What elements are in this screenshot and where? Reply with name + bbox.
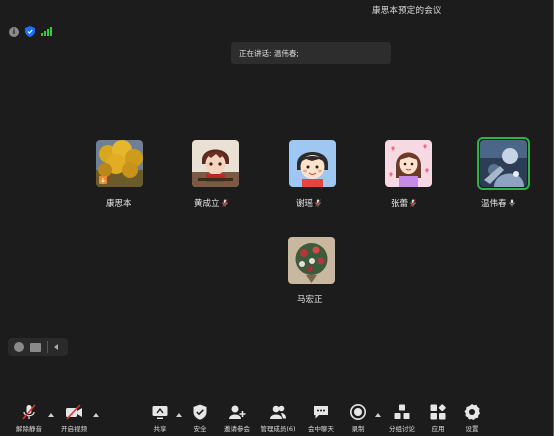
record-button[interactable]: 录制 — [348, 396, 368, 436]
participant-name: 黄成立 — [194, 197, 228, 209]
gear-icon — [464, 404, 480, 420]
apps-icon — [430, 404, 446, 420]
cartoon-girl-avatar — [289, 140, 336, 187]
breakout-rooms-button[interactable]: 分组讨论 — [385, 396, 419, 436]
breakout-rooms-icon — [394, 404, 410, 419]
participant-name: 马宏正 — [297, 295, 323, 305]
members-icon — [270, 405, 286, 419]
unmute-button[interactable]: 解除静音 — [12, 396, 46, 436]
collapse-arrow-icon[interactable] — [54, 344, 58, 350]
apps-button[interactable]: 应用 — [428, 396, 448, 436]
emoji-icon[interactable] — [14, 342, 24, 352]
security-button[interactable]: 安全 — [190, 396, 210, 436]
chat-bubble-icon[interactable] — [30, 342, 41, 352]
speaking-banner: 正在讲话: 温伟春; — [231, 42, 391, 64]
anime-boy-avatar — [192, 140, 239, 187]
yellow-flowers-avatar — [96, 140, 143, 187]
record-icon — [350, 404, 366, 420]
participant-name: 康思本 — [106, 199, 132, 209]
muted-mic-icon — [221, 199, 228, 207]
participant-name: 温伟春 — [481, 197, 515, 209]
meeting-title: 康思本预定的会议 — [372, 6, 442, 16]
participant-name: 张蕾 — [391, 197, 416, 209]
shield-icon — [193, 404, 207, 420]
info-icon[interactable]: i — [9, 26, 19, 37]
muted-mic-icon — [410, 199, 416, 207]
invite-button[interactable]: 邀请参会 — [220, 396, 254, 436]
meeting-toolbar: 解除静音 开启视频 共享 安全 邀请参会 管理成员(6) 会中聊天 录制 分组讨… — [0, 396, 554, 436]
participant-name: 谢瑶 — [296, 197, 321, 209]
share-options-caret[interactable] — [176, 413, 182, 417]
divider — [47, 341, 48, 353]
reaction-chat-pill[interactable] — [8, 338, 68, 356]
muted-mic-icon — [22, 404, 36, 420]
video-off-icon — [66, 404, 82, 420]
muted-mic-icon — [315, 199, 321, 207]
settings-button[interactable]: 设置 — [462, 396, 482, 436]
share-screen-icon — [152, 406, 168, 419]
speaking-text: 正在讲话: 温伟春; — [239, 49, 299, 58]
flower-bouquet-avatar — [288, 237, 335, 284]
add-user-icon — [229, 405, 246, 419]
mic-icon — [509, 199, 515, 207]
security-shield-icon[interactable] — [25, 26, 35, 37]
cartoon-girl-hearts-avatar — [385, 140, 432, 187]
status-icons: i — [9, 26, 52, 37]
record-options-caret[interactable] — [375, 413, 381, 417]
audio-options-caret[interactable] — [48, 413, 54, 417]
chat-icon — [314, 406, 328, 419]
manage-members-button[interactable]: 管理成员(6) — [258, 396, 298, 436]
video-options-caret[interactable] — [93, 413, 99, 417]
share-button[interactable]: 共享 — [150, 396, 170, 436]
chat-button[interactable]: 会中聊天 — [304, 396, 338, 436]
title-bar: 康思本预定的会议 — [0, 0, 554, 20]
start-video-button[interactable]: 开启视频 — [58, 396, 90, 436]
signal-strength-icon[interactable] — [41, 27, 52, 36]
meeting-window: 康思本预定的会议 i 正在讲话: 温伟春; 康思本 黄成立 谢瑶 张蕾 温伟春 … — [0, 0, 554, 436]
blue-photo-avatar — [480, 140, 527, 187]
